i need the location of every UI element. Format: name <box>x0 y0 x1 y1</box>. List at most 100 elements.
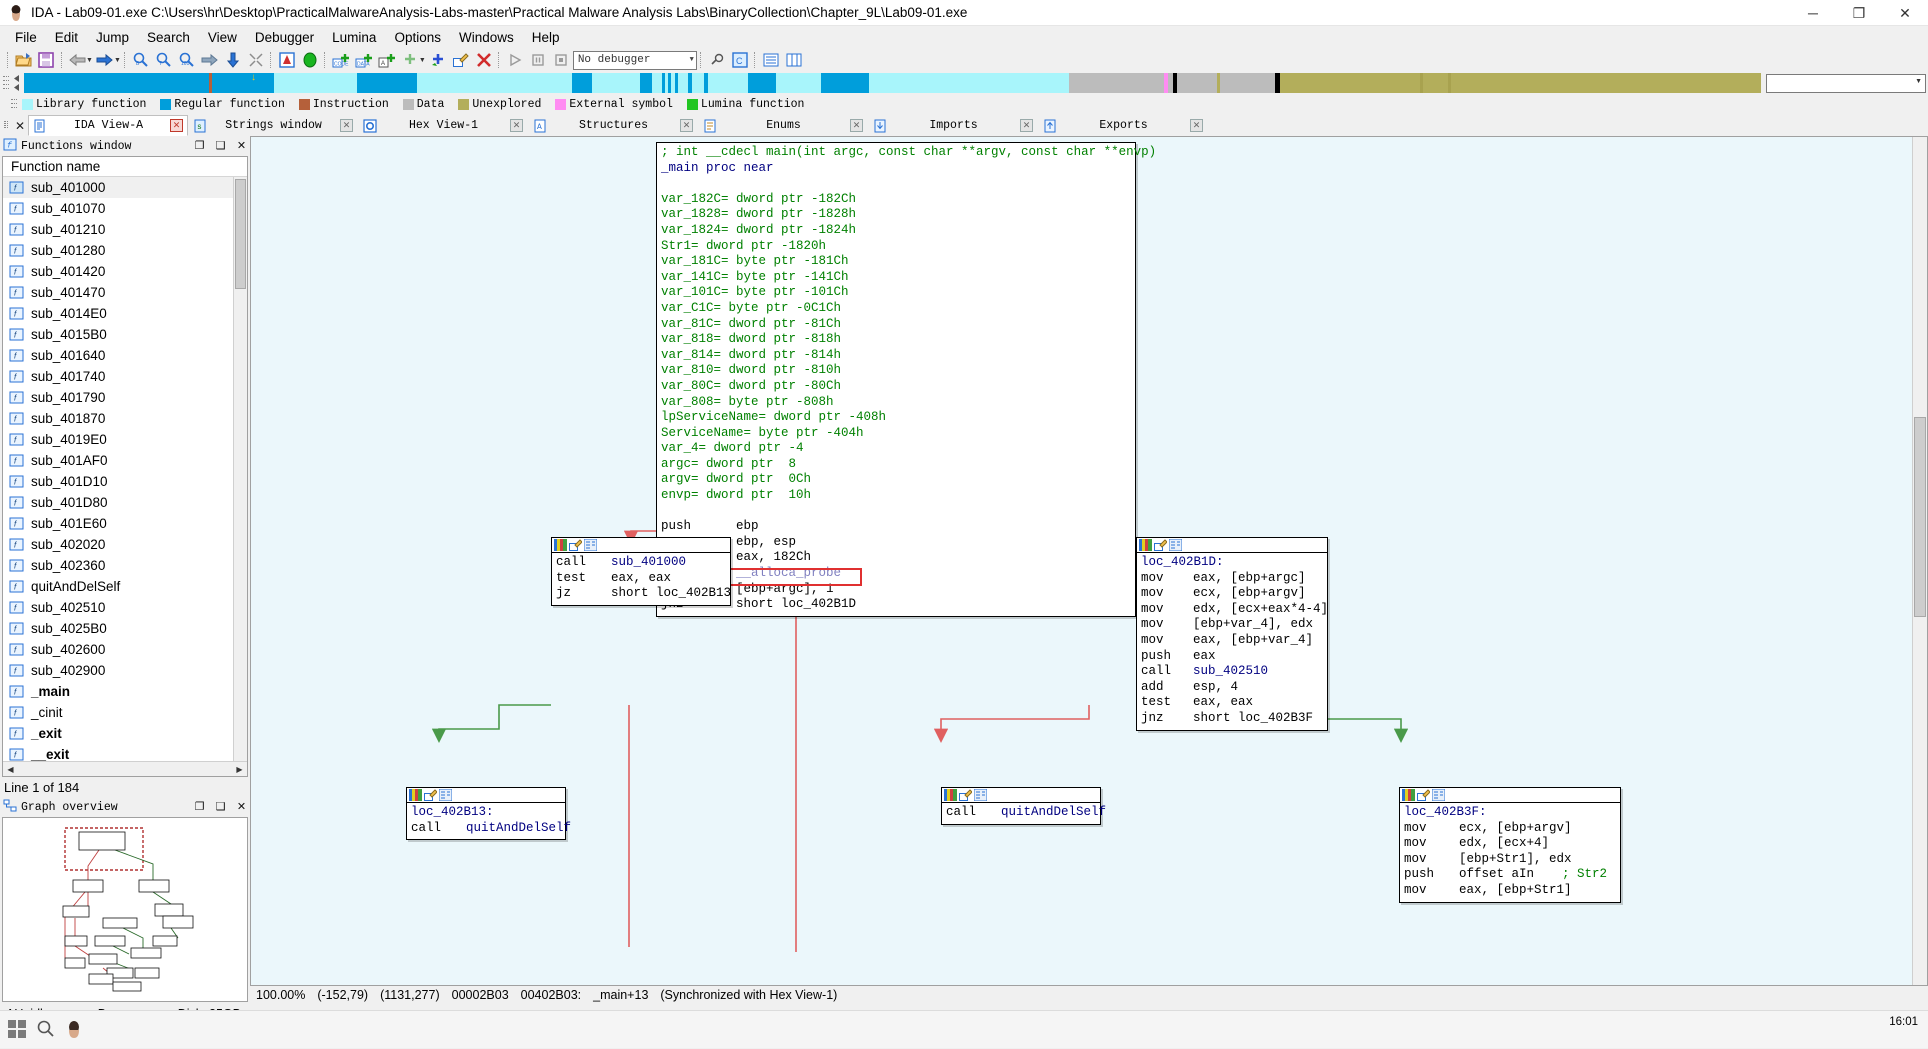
list-view-icon[interactable] <box>760 49 782 71</box>
list-item[interactable]: f sub_401210 <box>3 219 247 240</box>
panel-maximize-button[interactable]: ❑ <box>212 799 229 815</box>
list-item[interactable]: f sub_402600 <box>3 639 247 660</box>
scrollbar-thumb[interactable] <box>235 179 246 289</box>
list-item[interactable]: f sub_4015B0 <box>3 324 247 345</box>
node-toolbar[interactable] <box>552 538 730 553</box>
list-item[interactable]: f sub_401D80 <box>3 492 247 513</box>
list-item[interactable]: f sub_401470 <box>3 282 247 303</box>
scroll-left-icon[interactable]: ◀ <box>3 763 18 776</box>
edit-node-icon[interactable] <box>959 789 973 801</box>
list-item[interactable]: f sub_401E60 <box>3 513 247 534</box>
color-palette-icon[interactable] <box>944 789 957 801</box>
close-icon[interactable]: ✕ <box>1020 119 1033 132</box>
color-palette-icon[interactable] <box>1402 789 1415 801</box>
edit-node-icon[interactable] <box>424 789 438 801</box>
run-icon[interactable] <box>504 49 526 71</box>
menu-view[interactable]: View <box>199 28 246 47</box>
node-toolbar[interactable] <box>942 788 1100 803</box>
close-icon[interactable]: ✕ <box>1190 119 1203 132</box>
edit-node-icon[interactable] <box>1417 789 1431 801</box>
navigator-scroll-arrows[interactable] <box>10 73 24 93</box>
list-item[interactable]: f sub_4014E0 <box>3 303 247 324</box>
color-palette-icon[interactable] <box>554 539 567 551</box>
add-function-icon[interactable] <box>427 49 449 71</box>
column-view-icon[interactable] <box>783 49 805 71</box>
tab-structures[interactable]: A Structures ✕ <box>528 115 698 136</box>
menu-debugger[interactable]: Debugger <box>246 28 323 47</box>
graph-view-icon[interactable] <box>276 49 298 71</box>
panel-restore-button[interactable]: ❐ <box>191 138 208 154</box>
list-item[interactable]: f sub_402900 <box>3 660 247 681</box>
list-item[interactable]: f _main <box>3 681 247 702</box>
node-toolbar[interactable] <box>1137 538 1327 553</box>
tab-enums[interactable]: Enums ✕ <box>698 115 868 136</box>
pause-icon[interactable] <box>527 49 549 71</box>
ida-graph-view[interactable]: ; int __cdecl main(int argc, const char … <box>250 136 1928 1004</box>
graph-node-call-401000[interactable]: call sub_401000 test eax, eax jz short loc_… <box>551 537 731 606</box>
search-immediate-icon[interactable]: 101 <box>176 49 198 71</box>
make-struct-icon[interactable]: A <box>376 49 398 71</box>
panel-close-button[interactable]: ✕ <box>233 799 250 815</box>
cross-reference-icon[interactable] <box>245 49 267 71</box>
list-item[interactable]: f sub_401AF0 <box>3 450 247 471</box>
edit-node-icon[interactable] <box>569 539 583 551</box>
panel-maximize-button[interactable]: ❑ <box>212 138 229 154</box>
make-code-icon[interactable]: CODE <box>330 49 352 71</box>
list-item[interactable]: f sub_402020 <box>3 534 247 555</box>
tab-exports[interactable]: Exports ✕ <box>1038 115 1208 136</box>
panel-close-button[interactable]: ✕ <box>233 138 250 154</box>
forward-arrow-icon[interactable] <box>94 49 116 71</box>
make-data-icon[interactable]: DATA <box>353 49 375 71</box>
list-item[interactable]: f sub_401000 <box>3 177 247 198</box>
tabbar-close-icon[interactable]: ✕ <box>12 116 28 136</box>
open-file-icon[interactable] <box>12 49 34 71</box>
panel-restore-button[interactable]: ❐ <box>191 799 208 815</box>
functions-horizontal-scrollbar[interactable]: ◀ ▶ <box>3 761 247 776</box>
list-item[interactable]: f sub_401280 <box>3 240 247 261</box>
list-item[interactable]: f __exit <box>3 744 247 761</box>
list-item[interactable]: f sub_401740 <box>3 366 247 387</box>
group-node-icon[interactable] <box>438 788 453 802</box>
color-palette-icon[interactable] <box>1139 539 1152 551</box>
menu-search[interactable]: Search <box>138 28 199 47</box>
graph-node-quit-and-del-self[interactable]: call quitAndDelSelf <box>941 787 1106 825</box>
edit-function-icon[interactable] <box>450 49 472 71</box>
list-item[interactable]: f _exit <box>3 723 247 744</box>
close-icon[interactable]: ✕ <box>850 119 863 132</box>
tab-ida-view-a[interactable]: IDA View-A ✕ <box>28 115 188 136</box>
list-item[interactable]: f quitAndDelSelf <box>3 576 247 597</box>
navigator-band[interactable]: ↓ <box>24 73 1761 93</box>
list-item[interactable]: f sub_4025B0 <box>3 618 247 639</box>
jump-down-icon[interactable] <box>222 49 244 71</box>
taskbar-ida-icon[interactable] <box>64 1019 84 1042</box>
menu-windows[interactable]: Windows <box>450 28 523 47</box>
group-node-icon[interactable] <box>583 538 598 552</box>
jump-icon[interactable] <box>199 49 221 71</box>
color-palette-icon[interactable] <box>409 789 422 801</box>
proximity-browser-icon[interactable] <box>299 49 321 71</box>
menu-lumina[interactable]: Lumina <box>323 28 385 47</box>
forward-dropdown-icon[interactable]: ▼ <box>114 57 121 64</box>
group-node-icon[interactable] <box>1431 788 1446 802</box>
close-icon[interactable]: ✕ <box>340 119 353 132</box>
tab-hex-view-1[interactable]: Hex View-1 ✕ <box>358 115 528 136</box>
debug-options-icon[interactable] <box>706 49 728 71</box>
tab-strings-window[interactable]: s Strings window ✕ <box>188 115 358 136</box>
graph-canvas[interactable]: ; int __cdecl main(int argc, const char … <box>250 136 1928 986</box>
scrollbar-thumb[interactable] <box>1914 417 1926 617</box>
make-array-icon[interactable] <box>399 49 421 71</box>
maximize-button[interactable]: ❐ <box>1836 0 1882 26</box>
stop-icon[interactable] <box>550 49 572 71</box>
list-item[interactable]: f sub_402360 <box>3 555 247 576</box>
tab-imports[interactable]: Imports ✕ <box>868 115 1038 136</box>
close-icon[interactable]: ✕ <box>170 119 183 132</box>
list-item[interactable]: f sub_4019E0 <box>3 429 247 450</box>
taskbar-clock[interactable]: 16:01 <box>1889 1015 1918 1029</box>
make-array-dropdown-icon[interactable]: ▼ <box>419 57 426 64</box>
search-text-icon[interactable]: T <box>153 49 175 71</box>
node-toolbar[interactable] <box>407 788 565 803</box>
functions-vertical-scrollbar[interactable] <box>233 177 247 761</box>
graph-vertical-scrollbar[interactable] <box>1912 137 1927 985</box>
menu-jump[interactable]: Jump <box>87 28 138 47</box>
navigator-combo[interactable]: ▼ <box>1766 73 1926 93</box>
